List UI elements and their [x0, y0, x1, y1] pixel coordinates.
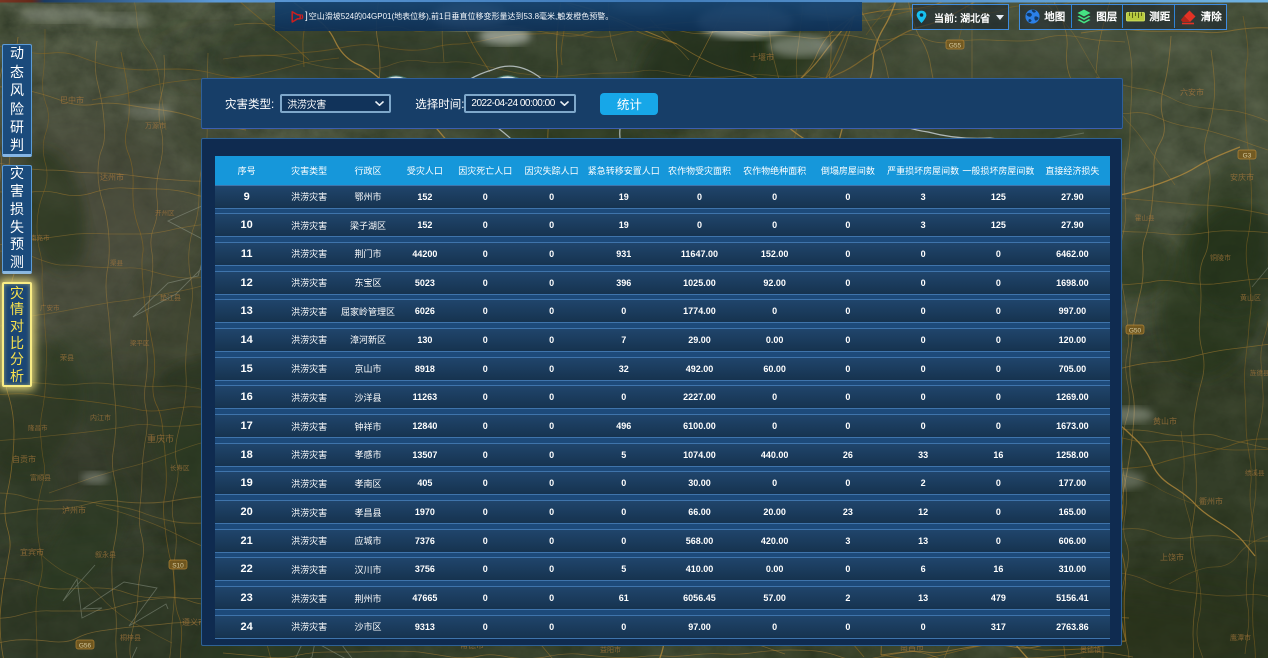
svg-text:重庆市: 重庆市 — [147, 433, 174, 444]
svg-text:南充市: 南充市 — [30, 233, 50, 242]
svg-text:内江市: 内江市 — [90, 413, 111, 422]
svg-text:宜宾市: 宜宾市 — [20, 547, 44, 557]
svg-text:十堰市: 十堰市 — [750, 52, 774, 62]
svg-text:黄山区: 黄山区 — [1240, 293, 1261, 302]
svg-text:万源市: 万源市 — [145, 121, 166, 130]
svg-text:绩溪县: 绩溪县 — [1245, 468, 1265, 477]
svg-text:长寿区: 长寿区 — [170, 463, 190, 472]
svg-text:衢州市: 衢州市 — [1199, 496, 1223, 506]
svg-text:叙永县: 叙永县 — [95, 550, 116, 559]
svg-text:开州区: 开州区 — [155, 209, 175, 217]
svg-text:垫江县: 垫江县 — [160, 293, 181, 302]
svg-text:荣县: 荣县 — [60, 353, 74, 362]
svg-text:桐梓县: 桐梓县 — [120, 633, 141, 642]
svg-text:铜陵市: 铜陵市 — [1210, 253, 1231, 262]
svg-text:G50: G50 — [1129, 328, 1142, 335]
svg-text:黄山市: 黄山市 — [1153, 416, 1177, 426]
svg-text:隆昌市: 隆昌市 — [28, 423, 48, 432]
svg-text:达州市: 达州市 — [100, 172, 124, 182]
svg-text:鹰潭市: 鹰潭市 — [1230, 633, 1251, 642]
svg-text:梁平区: 梁平区 — [130, 338, 150, 347]
svg-text:S10: S10 — [172, 563, 184, 570]
svg-text:自贡市: 自贡市 — [12, 454, 36, 464]
svg-text:G56: G56 — [79, 643, 92, 650]
svg-text:霍山县: 霍山县 — [1135, 213, 1155, 222]
svg-text:G3: G3 — [1243, 153, 1252, 160]
svg-text:巴中市: 巴中市 — [60, 95, 84, 105]
svg-text:G55: G55 — [949, 43, 962, 50]
svg-text:益阳市: 益阳市 — [600, 645, 621, 654]
svg-text:渠县: 渠县 — [110, 258, 124, 267]
svg-text:六安市: 六安市 — [1180, 87, 1204, 97]
svg-text:旌德县: 旌德县 — [1250, 368, 1268, 377]
svg-text:广安市: 广安市 — [40, 303, 60, 312]
svg-text:上饶市: 上饶市 — [1160, 552, 1184, 562]
svg-text:富顺县: 富顺县 — [30, 473, 51, 482]
svg-text:景德镇: 景德镇 — [1080, 645, 1101, 654]
svg-text:安庆市: 安庆市 — [1230, 172, 1254, 182]
svg-text:泸州市: 泸州市 — [62, 505, 86, 515]
